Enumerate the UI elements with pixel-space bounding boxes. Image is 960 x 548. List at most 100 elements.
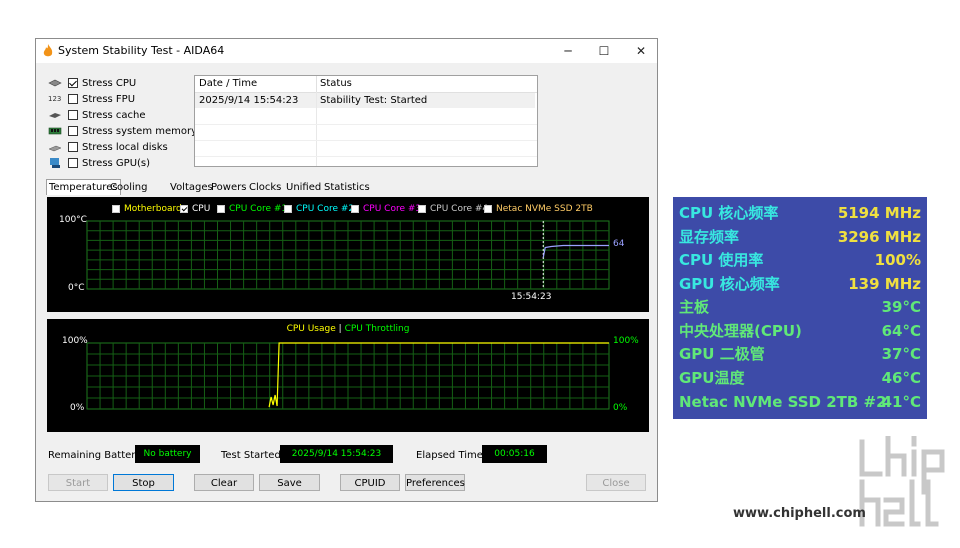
preferences-button[interactable]: Preferences xyxy=(405,474,465,491)
sensor-row: GPU 二极管 37°C xyxy=(679,343,921,366)
tab-voltages[interactable]: Voltages xyxy=(168,180,215,195)
sensor-value: 100% xyxy=(874,251,921,269)
sensor-row: Netac NVMe SSD 2TB #2 41°C xyxy=(679,391,921,414)
sensor-label: CPU 核心频率 xyxy=(679,204,779,222)
sensor-value: 139 MHz xyxy=(848,275,921,293)
log-header: Date / Time Status xyxy=(195,76,537,93)
sensor-label: GPU 核心频率 xyxy=(679,275,780,293)
stress-memory-checkbox[interactable] xyxy=(68,126,78,136)
status-log-table[interactable]: Date / Time Status 2025/9/14 15:54:23 St… xyxy=(194,75,538,167)
sensor-value: 39°C xyxy=(881,298,921,316)
temp-y-min-label: 0°C xyxy=(68,283,85,293)
temperature-graph: Motherboard CPU CPU Core #1 CPU Core #2 … xyxy=(47,197,649,312)
temp-current-value: 64 xyxy=(613,239,625,249)
clear-button[interactable]: Clear xyxy=(194,474,254,491)
sensor-value: 46°C xyxy=(881,369,921,387)
close-window-button[interactable]: ✕ xyxy=(628,41,654,61)
stop-button[interactable]: Stop xyxy=(113,474,174,491)
maximize-button[interactable]: ☐ xyxy=(591,41,617,61)
usage-y-min-left: 0% xyxy=(70,403,85,413)
stress-cpu-option[interactable]: Stress CPU xyxy=(48,76,136,90)
cpu-usage-graph: CPU Usage | CPU Throttling 100% 0% 100% … xyxy=(47,319,649,432)
stress-disks-checkbox[interactable] xyxy=(68,142,78,152)
tab-statistics[interactable]: Statistics xyxy=(322,180,372,195)
sensor-label: Netac NVMe SSD 2TB #2 xyxy=(679,393,887,411)
close-button[interactable]: Close xyxy=(586,474,646,491)
log-col-date[interactable]: Date / Time xyxy=(199,76,257,92)
usage-y-max-right: 100% xyxy=(613,336,639,346)
gpu-icon xyxy=(50,158,60,168)
stress-cpu-label: Stress CPU xyxy=(82,77,137,89)
sensor-label: 显存频率 xyxy=(679,228,740,246)
cpu-usage-plot xyxy=(86,342,610,410)
temp-time-label: 15:54:23 xyxy=(511,292,552,302)
sensor-row: 主板 39°C xyxy=(679,296,921,319)
stress-gpu-option[interactable]: Stress GPU(s) xyxy=(48,156,150,170)
test-started-value: 2025/9/14 15:54:23 xyxy=(280,445,393,463)
cache-icon xyxy=(49,113,61,118)
sensor-label: 主板 xyxy=(679,298,710,316)
sensor-value: 64°C xyxy=(881,322,921,340)
stress-gpu-label: Stress GPU(s) xyxy=(82,157,151,169)
sensor-row: GPU 核心频率 139 MHz xyxy=(679,273,921,296)
sensor-row: CPU 核心频率 5194 MHz xyxy=(679,202,921,225)
watermark-text: www.chiphell.com xyxy=(733,506,866,521)
stress-gpu-checkbox[interactable] xyxy=(68,158,78,168)
minimize-button[interactable]: ─ xyxy=(555,41,581,61)
aida64-stability-window: System Stability Test - AIDA64 ─ ☐ ✕ Str… xyxy=(35,38,658,502)
temperature-plot xyxy=(86,220,610,290)
sensor-row: 显存频率 3296 MHz xyxy=(679,226,921,249)
stress-memory-option[interactable]: Stress system memory xyxy=(48,124,197,138)
log-col-status[interactable]: Status xyxy=(320,76,352,92)
stress-fpu-label: Stress FPU xyxy=(82,93,136,105)
log-row-status: Stability Test: Started xyxy=(320,95,428,106)
battery-label: Remaining Battery: xyxy=(48,450,144,461)
stress-fpu-option[interactable]: 123 Stress FPU xyxy=(48,92,135,106)
cpu-icon xyxy=(48,79,62,87)
title-bar[interactable]: System Stability Test - AIDA64 ─ ☐ ✕ xyxy=(36,39,657,63)
stress-cache-checkbox[interactable] xyxy=(68,110,78,120)
save-button[interactable]: Save xyxy=(259,474,320,491)
elapsed-time-label: Elapsed Time: xyxy=(416,450,487,461)
tab-clocks[interactable]: Clocks xyxy=(247,180,283,195)
stress-disks-label: Stress local disks xyxy=(82,141,168,153)
table-row[interactable]: 2025/9/14 15:54:23 Stability Test: Start… xyxy=(195,93,535,108)
tab-powers[interactable]: Powers xyxy=(209,180,248,195)
disk-icon xyxy=(48,145,62,152)
usage-y-max-left: 100% xyxy=(62,336,88,346)
chiphell-logo-icon xyxy=(859,436,945,527)
sensor-label: GPU 二极管 xyxy=(679,345,765,363)
fpu-icon: 123 xyxy=(48,95,62,103)
tab-unified[interactable]: Unified xyxy=(284,180,323,195)
sensor-value: 41°C xyxy=(881,393,921,411)
cpuid-button[interactable]: CPUID xyxy=(340,474,400,491)
sensor-overlay-panel: CPU 核心频率 5194 MHz 显存频率 3296 MHz CPU 使用率 100… xyxy=(673,197,927,419)
elapsed-time-value: 00:05:16 xyxy=(482,445,547,463)
cpu-temperature-line xyxy=(542,244,609,258)
sensor-label: CPU 使用率 xyxy=(679,251,764,269)
log-row-date: 2025/9/14 15:54:23 xyxy=(199,95,299,106)
battery-value: No battery xyxy=(135,445,200,463)
stress-memory-label: Stress system memory xyxy=(82,125,198,137)
sensor-value: 3296 MHz xyxy=(837,228,921,246)
memory-icon xyxy=(48,127,62,135)
test-started-label: Test Started: xyxy=(221,450,285,461)
window-title: System Stability Test - AIDA64 xyxy=(58,44,225,57)
stress-cache-label: Stress cache xyxy=(82,109,146,121)
sensor-label: 中央处理器(CPU) xyxy=(679,322,802,340)
usage-y-min-right: 0% xyxy=(613,403,628,413)
sensor-value: 37°C xyxy=(881,345,921,363)
stress-cpu-checkbox[interactable] xyxy=(68,78,78,88)
stress-disks-option[interactable]: Stress local disks xyxy=(48,140,168,154)
stress-fpu-checkbox[interactable] xyxy=(68,94,78,104)
sensor-row: 中央处理器(CPU) 64°C xyxy=(679,320,921,343)
stress-cache-option[interactable]: Stress cache xyxy=(48,108,146,122)
sensor-row: GPU温度 46°C xyxy=(679,367,921,390)
sensor-label: GPU温度 xyxy=(679,369,745,387)
flame-app-icon xyxy=(43,44,53,57)
tab-cooling-fans[interactable]: Cooling Fans xyxy=(108,180,149,208)
temp-y-max-label: 100°C xyxy=(59,215,87,225)
sensor-value: 5194 MHz xyxy=(837,204,921,222)
start-button[interactable]: Start xyxy=(48,474,108,491)
sensor-row: CPU 使用率 100% xyxy=(679,249,921,272)
